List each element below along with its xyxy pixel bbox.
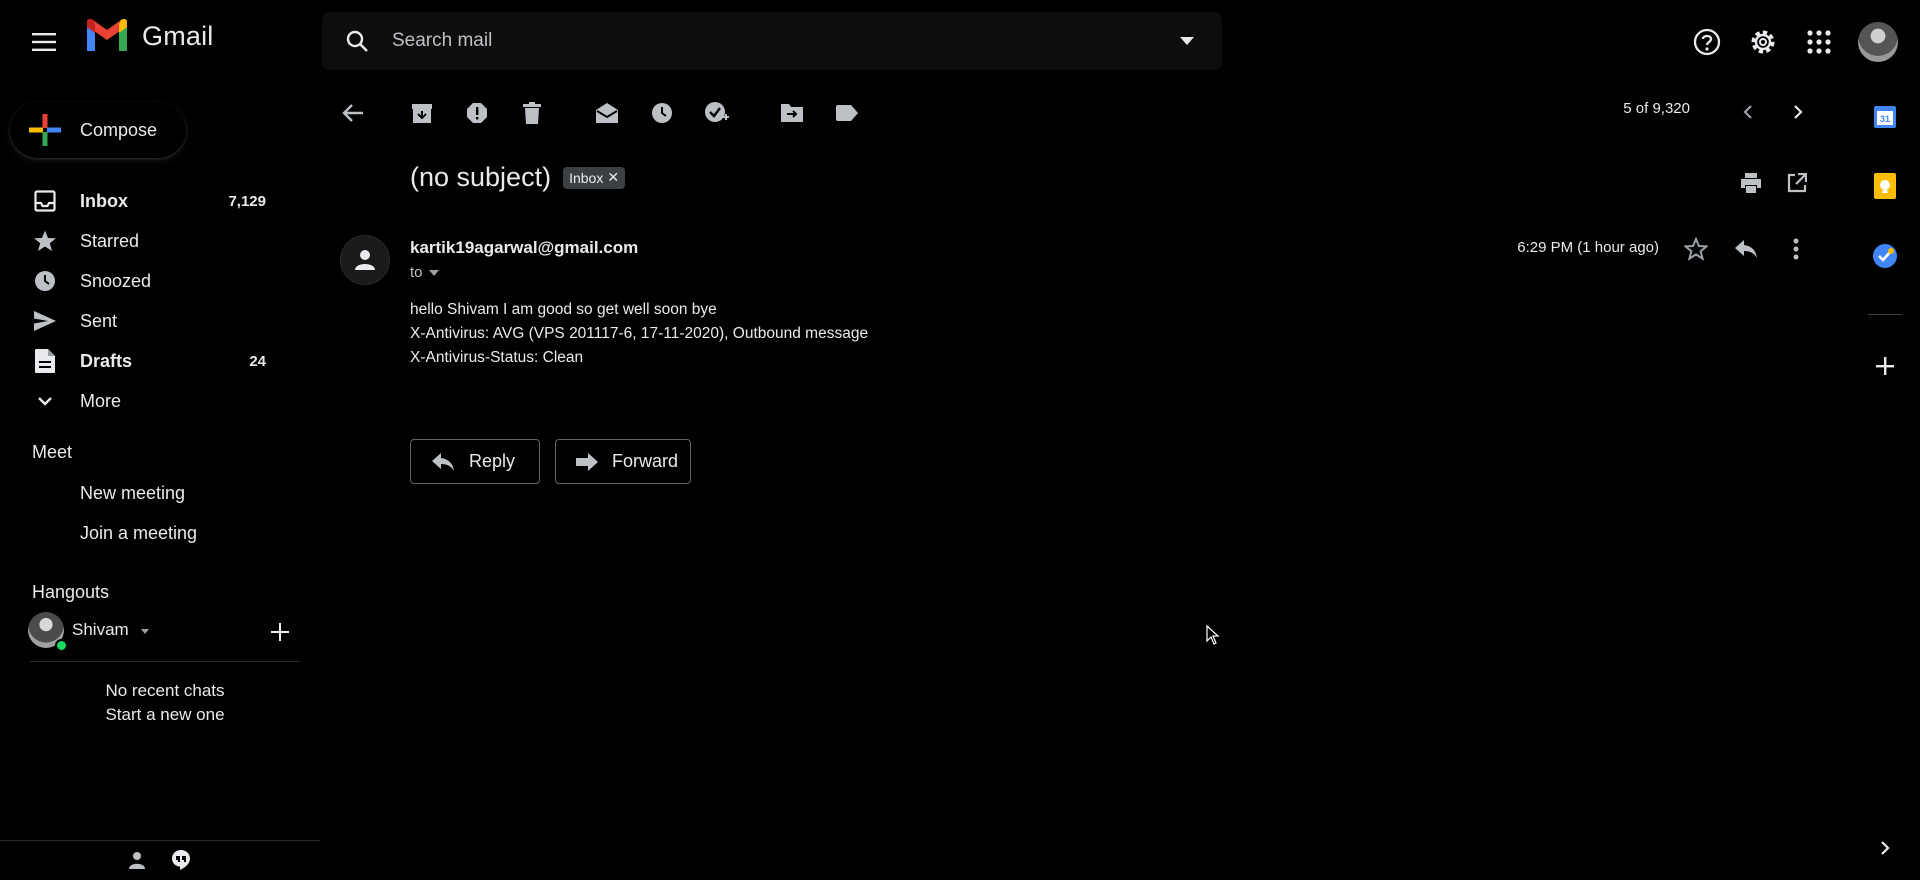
sidebar-item-starred[interactable]: Starred — [0, 221, 300, 261]
label-tag-icon[interactable] — [832, 98, 862, 128]
chevron-right-icon[interactable] — [1784, 98, 1812, 126]
inbox-icon — [32, 188, 58, 214]
hangouts-user-status[interactable]: Shivam — [28, 612, 149, 652]
hangouts-username: Shivam — [72, 620, 129, 639]
draft-icon — [32, 348, 58, 374]
reply-button[interactable]: Reply — [410, 439, 540, 484]
hangouts-chat-icon[interactable] — [170, 849, 192, 871]
compose-label: Compose — [80, 119, 158, 140]
add-to-tasks-icon[interactable] — [702, 98, 732, 128]
join-meeting-link[interactable]: Join a meeting — [80, 523, 197, 544]
to-label: to — [410, 264, 423, 281]
forward-label: Forward — [612, 451, 679, 471]
sidebar-item-label: Inbox — [80, 190, 128, 211]
forward-button[interactable]: Forward — [555, 439, 691, 484]
more-options-vertical-icon[interactable] — [1781, 234, 1811, 264]
body-line: X-Antivirus: AVG (VPS 201117-6, 17-11-20… — [410, 325, 869, 342]
email-subject: (no subject) — [410, 162, 552, 192]
main-menu-icon[interactable] — [28, 26, 60, 58]
body-line: X-Antivirus-Status: Clean — [410, 349, 584, 366]
app-name: Gmail — [142, 20, 214, 51]
back-arrow-icon[interactable] — [338, 98, 368, 128]
forward-arrow-icon — [576, 452, 598, 471]
mouse-pointer-icon — [1206, 624, 1220, 645]
print-icon[interactable] — [1738, 170, 1764, 196]
body-line: hello Shivam I am good so get well soon … — [410, 301, 717, 318]
status-caret-icon — [140, 628, 149, 634]
new-meeting-link[interactable]: New meeting — [80, 483, 185, 504]
keep-notes-icon[interactable] — [1872, 173, 1898, 199]
online-status-dot — [55, 639, 68, 652]
account-avatar[interactable] — [1858, 22, 1898, 62]
no-recent-chats-text: No recent chats — [105, 681, 225, 700]
sidebar-item-label: Snoozed — [80, 270, 152, 291]
sender-email[interactable]: kartik19agarwal@gmail.com — [410, 238, 638, 258]
search-icon[interactable] — [322, 12, 392, 70]
hide-side-panel-chevron-icon[interactable] — [1872, 835, 1898, 861]
message-timestamp: 6:29 PM (1 hour ago) — [1517, 239, 1659, 256]
compose-plus-icon — [10, 102, 80, 158]
start-new-chat-link[interactable]: Start a new one — [0, 705, 330, 725]
avatar — [28, 612, 68, 652]
snooze-clock-icon[interactable] — [647, 98, 677, 128]
sidebar-bottom-bar — [0, 840, 320, 880]
sidebar-item-sent[interactable]: Sent — [0, 301, 300, 341]
search-input[interactable]: Search mail — [392, 30, 1152, 52]
hangouts-divider — [30, 661, 300, 662]
open-in-new-window-icon[interactable] — [1784, 170, 1810, 196]
sidebar-item-label: Starred — [80, 230, 140, 251]
compose-button[interactable]: Compose — [10, 102, 186, 158]
sidebar-item-more[interactable]: More — [0, 381, 300, 421]
label-chip-text: Inbox — [569, 169, 604, 186]
unread-count: 7,129 — [228, 192, 266, 210]
unread-count: 24 — [249, 352, 266, 370]
sidebar-nav: Inbox 7,129 Starred Snoozed Sent Drafts … — [0, 181, 300, 421]
move-to-folder-icon[interactable] — [777, 98, 807, 128]
apps-grid-icon[interactable] — [1802, 23, 1836, 61]
send-icon — [32, 308, 58, 334]
new-conversation-plus-icon[interactable] — [268, 620, 292, 644]
support-icon[interactable] — [1690, 23, 1724, 61]
inbox-label-chip: Inbox ✕ — [563, 166, 626, 189]
contacts-person-icon[interactable] — [126, 849, 148, 871]
delete-trash-icon[interactable] — [517, 98, 547, 128]
report-spam-icon[interactable] — [462, 98, 492, 128]
chevron-down-icon — [32, 388, 58, 414]
chevron-left-icon[interactable] — [1734, 98, 1762, 126]
star-outline-icon[interactable] — [1681, 234, 1711, 264]
details-caret-icon — [428, 269, 439, 276]
email-body: hello Shivam I am good so get well soon … — [410, 298, 868, 370]
sidebar-item-inbox[interactable]: Inbox 7,129 — [0, 181, 300, 221]
reply-arrow-icon — [431, 452, 455, 472]
star-icon — [32, 228, 58, 254]
mark-unread-icon[interactable] — [592, 98, 622, 128]
sidebar-item-snoozed[interactable]: Snoozed — [0, 261, 300, 301]
sidebar-item-label: Drafts — [80, 350, 133, 371]
svg-text:31: 31 — [1880, 114, 1890, 124]
pagination-count: 5 of 9,320 — [1623, 100, 1690, 117]
search-options-dropdown-icon[interactable] — [1152, 12, 1222, 70]
meet-section-title: Meet — [32, 442, 73, 462]
settings-gear-icon[interactable] — [1746, 23, 1780, 61]
calendar-icon[interactable]: 31 — [1872, 104, 1898, 130]
search-bar[interactable]: Search mail — [322, 12, 1222, 70]
gmail-m-icon — [84, 18, 130, 54]
side-panel-divider — [1868, 314, 1902, 315]
remove-label-close-icon[interactable]: ✕ — [607, 169, 619, 186]
hangouts-section-title: Hangouts — [32, 582, 110, 602]
gmail-logo[interactable]: Gmail — [84, 18, 214, 54]
reply-label: Reply — [469, 451, 516, 471]
clock-icon — [32, 268, 58, 294]
sidebar-item-drafts[interactable]: Drafts 24 — [0, 341, 300, 381]
sender-avatar[interactable] — [340, 235, 390, 285]
side-panel: 31 — [1850, 88, 1920, 880]
reply-icon[interactable] — [1731, 234, 1761, 264]
sidebar-item-label: Sent — [80, 310, 118, 331]
sidebar-item-label: More — [80, 390, 122, 411]
recipient-details-toggle[interactable]: to — [410, 264, 439, 281]
tasks-icon[interactable] — [1872, 243, 1898, 269]
get-addons-plus-icon[interactable] — [1872, 353, 1898, 379]
archive-icon[interactable] — [407, 98, 437, 128]
